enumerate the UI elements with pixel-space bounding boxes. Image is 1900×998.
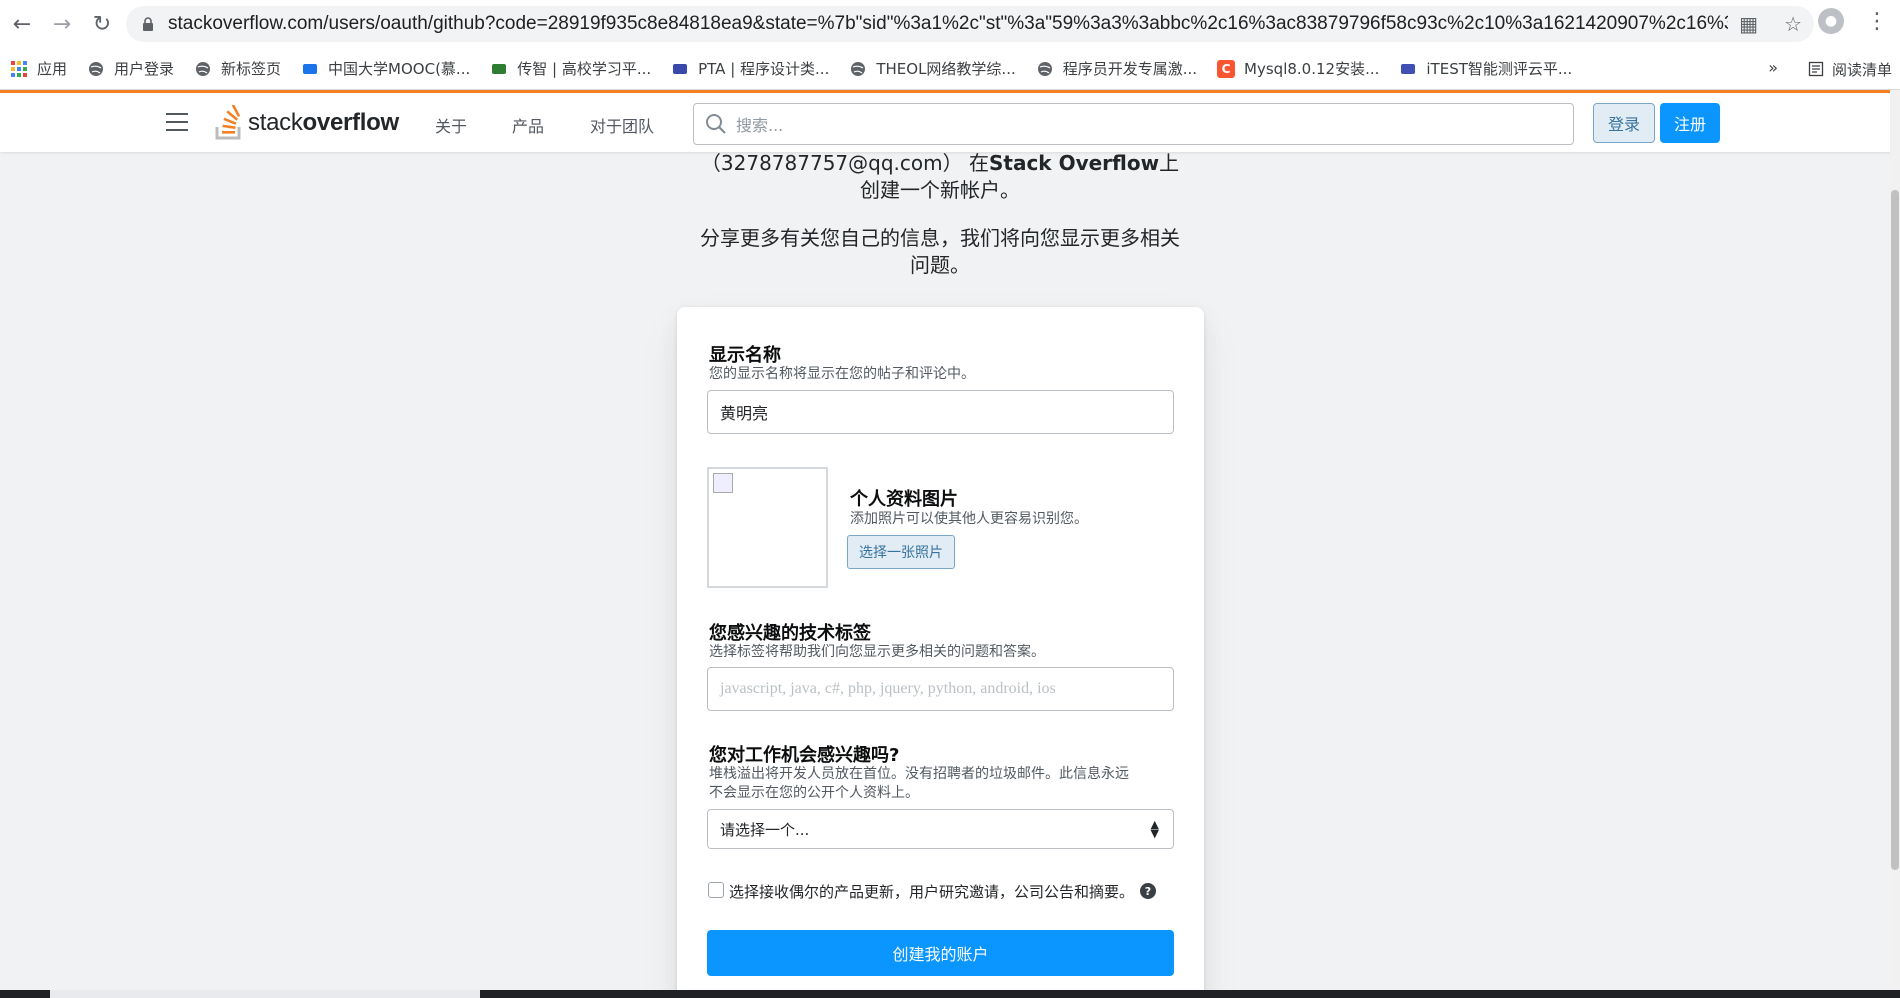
photo-desc: 添加照片可以使其他人更容易识别您。 (850, 511, 1088, 527)
address-bar[interactable]: stackoverflow.com/users/oauth/github?cod… (126, 6, 1814, 42)
back-arrow-icon[interactable]: ← (4, 6, 40, 42)
reading-list-icon (1808, 61, 1824, 77)
search-input[interactable]: 搜索... (693, 103, 1574, 145)
reading-list-button[interactable]: 阅读清单 (1808, 48, 1892, 90)
login-button[interactable]: 登录 (1593, 103, 1655, 143)
itest-icon (1399, 60, 1417, 78)
tags-desc: 选择标签将帮助我们向您显示更多相关的问题和答案。 (709, 644, 1045, 660)
bookmarks-bar: 应用 用户登录 新标签页 中国大学MOOC(慕... 传智 | 高校学习平... PTA … (0, 48, 1900, 90)
globe-icon (194, 60, 212, 78)
hamburger-menu-icon[interactable] (166, 113, 188, 131)
select-arrows-icon: ▲ ▼ (1150, 818, 1159, 840)
reading-list-label: 阅读清单 (1831, 60, 1892, 79)
tags-input[interactable]: javascript, java, c#, php, jquery, pytho… (707, 667, 1174, 711)
intro-brand: Stack Overflow (988, 151, 1160, 175)
mooc-icon (301, 60, 319, 78)
browser-toolbar: ← → ↻ stackoverflow.com/users/oauth/gith… (0, 0, 1900, 48)
globe-icon (87, 60, 105, 78)
jobs-desc-line1: 堆栈溢出将开发人员放在首位。没有招聘者的垃圾邮件。此信息永远 (709, 766, 1129, 782)
bookmark-label: 程序员开发专属激... (1062, 60, 1198, 78)
bookmark-label: THEOL网络教学综... (876, 60, 1016, 78)
intro-share-text: 分享更多有关您自己的信息，我们将向您显示更多相关问题。 (700, 226, 1180, 277)
bookmark-item[interactable]: 中国大学MOOC(慕... (301, 58, 470, 79)
profile-photo-preview (707, 467, 828, 588)
bookmark-item[interactable]: THEOL网络教学综... (849, 58, 1016, 79)
star-icon[interactable]: ☆ (1784, 12, 1802, 36)
jobs-desc-line2: 不会显示在您的公开个人资料上。 (709, 785, 919, 801)
tags-title: 您感兴趣的技术标签 (709, 623, 871, 644)
jobs-select[interactable]: 请选择一个... ▲ ▼ (707, 809, 1174, 849)
signup-button[interactable]: 注册 (1660, 103, 1720, 143)
bookmark-item[interactable]: 应用 (10, 58, 67, 79)
url-text: stackoverflow.com/users/oauth/github?cod… (168, 13, 1728, 34)
bookmark-item[interactable]: 程序员开发专属激... (1036, 58, 1197, 79)
bookmark-label: iTEST智能测评云平... (1426, 60, 1573, 78)
bookmark-item[interactable]: C Mysql8.0.12安装... (1217, 58, 1379, 79)
display-name-input[interactable]: 黄明亮 (707, 390, 1174, 434)
bookmark-label: 应用 (37, 60, 68, 78)
jobs-select-value: 请选择一个... (720, 820, 810, 839)
forward-arrow-icon[interactable]: → (44, 6, 80, 42)
opt-in-checkbox[interactable] (708, 882, 724, 898)
logo-text-light: stack (248, 109, 303, 136)
intro-account-text: （3278787757@qq.com） 在Stack Overflow上创建一个… (700, 151, 1180, 202)
apps-grid-icon (10, 60, 28, 78)
bookmark-label: Mysql8.0.12安装... (1244, 60, 1380, 78)
bookmark-item[interactable]: 用户登录 (87, 58, 174, 79)
jobs-title: 您对工作机会感兴趣吗? (709, 745, 900, 766)
nav-for-teams[interactable]: 对于团队 (590, 113, 654, 137)
bookmark-label: 中国大学MOOC(慕... (328, 60, 471, 78)
bookmark-item[interactable]: 新标签页 (194, 58, 281, 79)
create-account-button[interactable]: 创建我的账户 (707, 930, 1174, 976)
globe-icon (849, 60, 867, 78)
bookmarks-more-button[interactable]: » (1768, 58, 1778, 77)
photo-title: 个人资料图片 (850, 489, 958, 510)
stackoverflow-logo[interactable]: stackoverflow (214, 103, 399, 143)
bookmark-label: 用户登录 (114, 60, 175, 78)
bookmark-label: PTA | 程序设计类... (698, 60, 830, 78)
search-icon (706, 114, 726, 134)
choose-photo-button[interactable]: 选择一张照片 (847, 535, 955, 569)
reload-icon[interactable]: ↻ (84, 6, 120, 42)
bookmark-item[interactable]: PTA | 程序设计类... (671, 58, 829, 79)
profile-avatar-icon[interactable]: ● (1818, 8, 1844, 34)
pta-icon (671, 60, 689, 78)
search-placeholder: 搜索... (736, 116, 784, 135)
broken-image-icon (713, 473, 733, 493)
more-menu-icon[interactable]: ⋮ (1866, 9, 1888, 34)
display-name-desc: 您的显示名称将显示在您的帖子和评论中。 (709, 366, 975, 382)
bookmark-label: 传智 | 高校学习平... (517, 60, 652, 78)
page-scrollbar[interactable] (1890, 90, 1900, 998)
nav-about[interactable]: 关于 (435, 113, 467, 137)
stack-logo-icon (215, 105, 241, 140)
help-icon[interactable]: ? (1140, 883, 1156, 899)
bookmark-item[interactable]: iTEST智能测评云平... (1399, 58, 1572, 79)
globe-icon (1036, 60, 1054, 78)
logo-text-bold: overflow (302, 109, 400, 136)
scrollbar-thumb[interactable] (1891, 190, 1899, 870)
bookmark-label: 新标签页 (221, 60, 282, 78)
signup-form-card: 显示名称 您的显示名称将显示在您的帖子和评论中。 黄明亮 个人资料图片 添加照片… (677, 307, 1204, 998)
lock-icon (140, 16, 156, 32)
nav-products[interactable]: 产品 (512, 113, 544, 137)
display-name-title: 显示名称 (709, 345, 781, 366)
csdn-icon: C (1217, 59, 1236, 78)
graduation-cap-icon (490, 60, 508, 78)
opt-in-label[interactable]: 选择接收偶尔的产品更新，用户研究邀请，公司公告和摘要。 (729, 881, 1134, 902)
so-topbar: stackoverflow 关于 产品 对于团队 搜索... 登录 注册 (0, 90, 1900, 152)
translate-icon[interactable]: ▦ (1739, 12, 1758, 36)
bookmark-item[interactable]: 传智 | 高校学习平... (490, 58, 651, 79)
taskbar-strip (0, 990, 1900, 998)
